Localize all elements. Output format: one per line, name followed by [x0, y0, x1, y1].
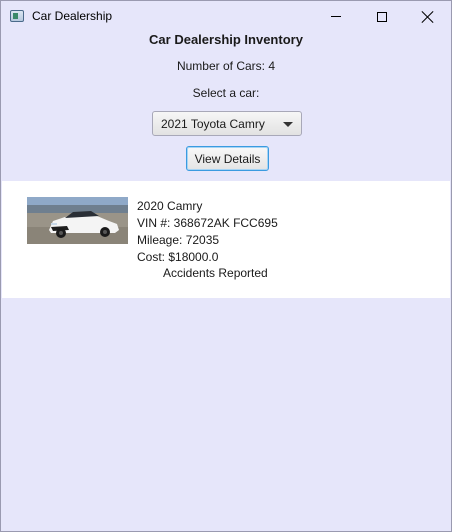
- car-info: 2020 Camry VIN #: 368672AK FCC695 Mileag…: [137, 198, 278, 266]
- minimize-button[interactable]: [313, 1, 359, 32]
- close-button[interactable]: [405, 1, 451, 32]
- select-label: Select a car:: [192, 86, 260, 100]
- car-details-panel: 2020 Camry VIN #: 368672AK FCC695 Mileag…: [2, 181, 450, 298]
- chevron-down-icon: [283, 122, 293, 127]
- car-photo: [27, 197, 128, 244]
- car-vin: VIN #: 368672AK FCC695: [137, 216, 278, 230]
- close-icon: [422, 11, 434, 23]
- maximize-button[interactable]: [359, 1, 405, 32]
- page-title: Car Dealership Inventory: [149, 32, 303, 47]
- app-icon: [10, 10, 24, 22]
- accidents-status: Accidents Reported: [163, 266, 268, 280]
- window-title: Car Dealership: [32, 9, 113, 23]
- car-count: Number of Cars: 4: [176, 59, 276, 73]
- view-details-button[interactable]: View Details: [186, 146, 269, 171]
- title-bar: Car Dealership: [1, 1, 451, 32]
- car-mileage: Mileage: 72035: [137, 233, 220, 247]
- minimize-icon: [331, 16, 341, 17]
- maximize-icon: [377, 11, 387, 22]
- car-name: 2020 Camry: [137, 199, 203, 213]
- car-select-value: 2021 Toyota Camry: [161, 116, 265, 131]
- app-window: Car Dealership Car Dealership Inventory …: [0, 0, 452, 532]
- car-select-dropdown[interactable]: 2021 Toyota Camry: [152, 111, 302, 136]
- car-cost: Cost: $18000.0: [137, 250, 219, 264]
